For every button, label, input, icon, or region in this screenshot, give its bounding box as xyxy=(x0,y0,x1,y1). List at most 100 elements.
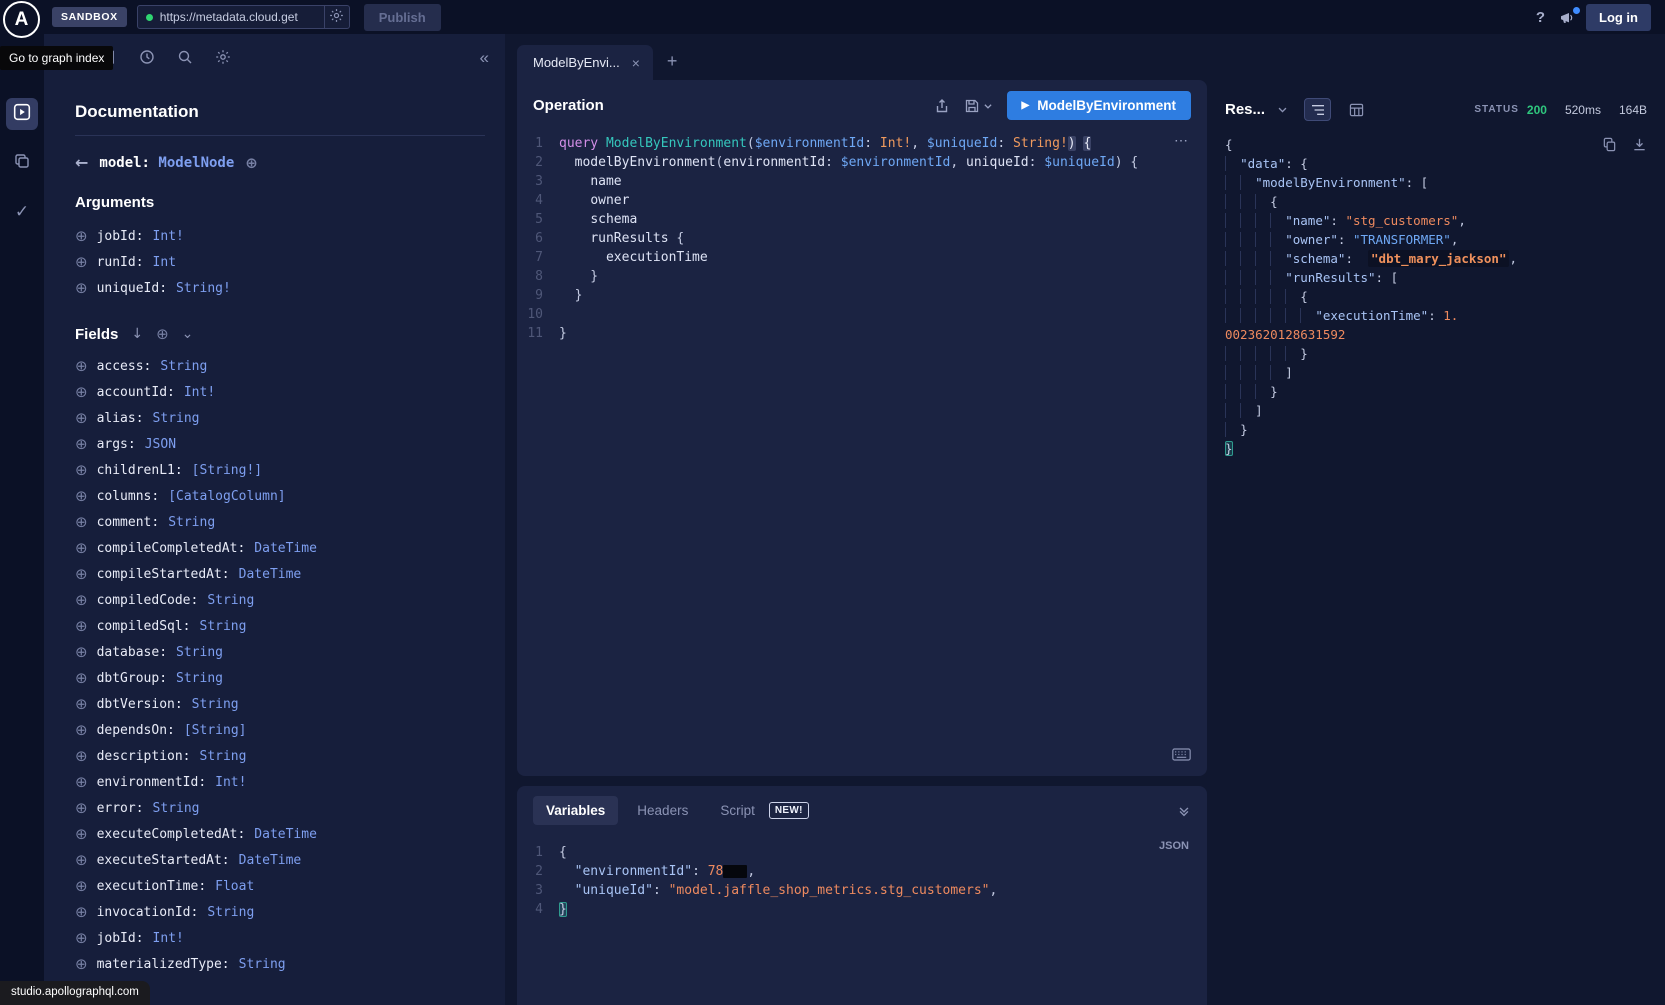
field-type[interactable]: String xyxy=(200,749,247,764)
add-to-query-icon[interactable]: ⊕ xyxy=(75,565,88,583)
add-to-query-icon[interactable]: ⊕ xyxy=(75,617,88,635)
field-item[interactable]: ⊕dbtVersion:String xyxy=(75,691,485,717)
add-to-query-icon[interactable]: ⊕ xyxy=(75,799,88,817)
add-to-query-icon[interactable]: ⊕ xyxy=(75,721,88,739)
field-type[interactable]: String xyxy=(207,905,254,920)
field-type[interactable]: DateTime xyxy=(239,853,302,868)
field-type[interactable]: DateTime xyxy=(254,541,317,556)
add-to-query-icon[interactable]: ⊕ xyxy=(75,461,88,479)
add-to-query-icon[interactable]: ⊕ xyxy=(75,773,88,791)
publish-button[interactable]: Publish xyxy=(364,4,441,31)
field-type[interactable]: String xyxy=(176,645,223,660)
field-type[interactable]: [String!] xyxy=(192,463,262,478)
table-view-toggle[interactable] xyxy=(1349,103,1364,117)
field-type[interactable]: Int! xyxy=(215,775,246,790)
add-to-query-icon[interactable]: ⊕ xyxy=(75,487,88,505)
field-type[interactable]: String xyxy=(207,593,254,608)
field-item[interactable]: ⊕executeStartedAt:DateTime xyxy=(75,847,485,873)
tab-script[interactable]: Script xyxy=(707,796,761,825)
collapse-sidebar-icon[interactable]: « xyxy=(480,49,489,66)
field-type[interactable]: String xyxy=(239,957,286,972)
keyboard-shortcuts-icon[interactable] xyxy=(1172,748,1191,766)
add-to-query-icon[interactable]: ⊕ xyxy=(75,903,88,921)
add-to-query-icon[interactable]: ⊕ xyxy=(75,435,88,453)
add-to-query-icon[interactable]: ⊕ xyxy=(75,539,88,557)
add-to-query-icon[interactable]: ⊕ xyxy=(75,227,88,245)
field-item[interactable]: ⊕access:String xyxy=(75,353,485,379)
settings-gear-icon[interactable] xyxy=(215,49,231,65)
crumb-type[interactable]: ModelNode xyxy=(158,155,234,171)
history-icon[interactable] xyxy=(139,49,155,65)
operation-menu-icon[interactable]: ⋯ xyxy=(1174,132,1189,149)
field-item[interactable]: ⊕environmentId:Int! xyxy=(75,769,485,795)
field-type[interactable]: DateTime xyxy=(239,567,302,582)
argument-item[interactable]: ⊕uniqueId:String! xyxy=(75,275,485,301)
add-to-query-icon[interactable]: ⊕ xyxy=(75,279,88,297)
field-type[interactable]: [String] xyxy=(184,723,247,738)
tab-headers[interactable]: Headers xyxy=(624,796,701,825)
field-item[interactable]: ⊕alias:String xyxy=(75,405,485,431)
add-to-query-icon[interactable]: ⊕ xyxy=(75,669,88,687)
add-to-query-icon[interactable]: ⊕ xyxy=(75,357,88,375)
copy-response-icon[interactable] xyxy=(1602,137,1617,152)
field-item[interactable]: ⊕database:String xyxy=(75,639,485,665)
share-icon[interactable] xyxy=(934,98,950,114)
argument-item[interactable]: ⊕runId:Int xyxy=(75,249,485,275)
response-chevron-icon[interactable] xyxy=(1277,104,1288,115)
help-icon[interactable]: ? xyxy=(1532,9,1549,26)
apollo-logo[interactable]: A xyxy=(3,1,40,38)
field-type[interactable]: String! xyxy=(176,281,231,296)
add-to-query-icon[interactable]: ⊕ xyxy=(75,253,88,271)
add-to-query-icon[interactable]: ⊕ xyxy=(75,747,88,765)
operation-editor[interactable]: 1query ModelByEnvironment($environmentId… xyxy=(517,130,1207,343)
field-type[interactable]: Int! xyxy=(153,931,184,946)
new-tab-button[interactable]: + xyxy=(667,51,678,72)
add-to-query-icon[interactable]: ⊕ xyxy=(75,513,88,531)
field-type[interactable]: String xyxy=(153,801,200,816)
field-type[interactable]: JSON xyxy=(145,437,176,452)
endpoint-url-input[interactable]: https://metadata.cloud.get xyxy=(137,5,325,29)
search-icon[interactable] xyxy=(177,49,193,65)
add-to-query-icon[interactable]: ⊕ xyxy=(75,955,88,973)
field-type[interactable]: DateTime xyxy=(254,827,317,842)
field-item[interactable]: ⊕description:String xyxy=(75,743,485,769)
field-item[interactable]: ⊕childrenL1:[String!] xyxy=(75,457,485,483)
add-to-query-icon[interactable]: ⊕ xyxy=(75,591,88,609)
download-response-icon[interactable] xyxy=(1632,137,1647,152)
tree-view-toggle[interactable] xyxy=(1304,98,1331,121)
field-type[interactable]: Int xyxy=(153,255,176,270)
operation-tab[interactable]: ModelByEnvi... × xyxy=(517,45,653,80)
add-fields-icon[interactable]: ⊕ xyxy=(156,325,169,343)
back-arrow-icon[interactable]: ← xyxy=(75,153,88,172)
field-item[interactable]: ⊕executeCompletedAt:DateTime xyxy=(75,821,485,847)
field-item[interactable]: ⊕dependsOn:[String] xyxy=(75,717,485,743)
field-item[interactable]: ⊕args:JSON xyxy=(75,431,485,457)
field-item[interactable]: ⊕jobId:Int! xyxy=(75,925,485,951)
sort-icon[interactable]: ↓ xyxy=(131,326,143,342)
field-type[interactable]: String xyxy=(168,515,215,530)
argument-item[interactable]: ⊕jobId:Int! xyxy=(75,223,485,249)
field-type[interactable]: String xyxy=(200,619,247,634)
field-item[interactable]: ⊕columns:[CatalogColumn] xyxy=(75,483,485,509)
rail-checklist-button[interactable]: ✓ xyxy=(6,196,38,228)
field-type[interactable]: Int! xyxy=(153,229,184,244)
save-operation-button[interactable] xyxy=(964,98,993,114)
rail-schema-button[interactable] xyxy=(6,147,38,179)
add-to-query-icon[interactable]: ⊕ xyxy=(75,409,88,427)
field-item[interactable]: ⊕executionTime:Float xyxy=(75,873,485,899)
field-item[interactable]: ⊕invocationId:String xyxy=(75,899,485,925)
login-button[interactable]: Log in xyxy=(1586,4,1651,31)
field-type[interactable]: String xyxy=(160,359,207,374)
add-to-query-icon[interactable]: ⊕ xyxy=(75,825,88,843)
close-tab-icon[interactable]: × xyxy=(632,56,640,70)
field-item[interactable]: ⊕error:String xyxy=(75,795,485,821)
field-item[interactable]: ⊕accountId:Int! xyxy=(75,379,485,405)
field-type[interactable]: Float xyxy=(215,879,254,894)
collapse-panel-icon[interactable] xyxy=(1177,804,1191,818)
field-type[interactable]: String xyxy=(153,411,200,426)
run-operation-button[interactable]: ▶ ModelByEnvironment xyxy=(1007,91,1191,120)
field-type[interactable]: String xyxy=(176,671,223,686)
announcements-icon[interactable] xyxy=(1559,10,1576,25)
response-json-viewer[interactable]: { "data": { "modelByEnvironment": [ { "n… xyxy=(1225,135,1647,458)
field-type[interactable]: String xyxy=(192,697,239,712)
